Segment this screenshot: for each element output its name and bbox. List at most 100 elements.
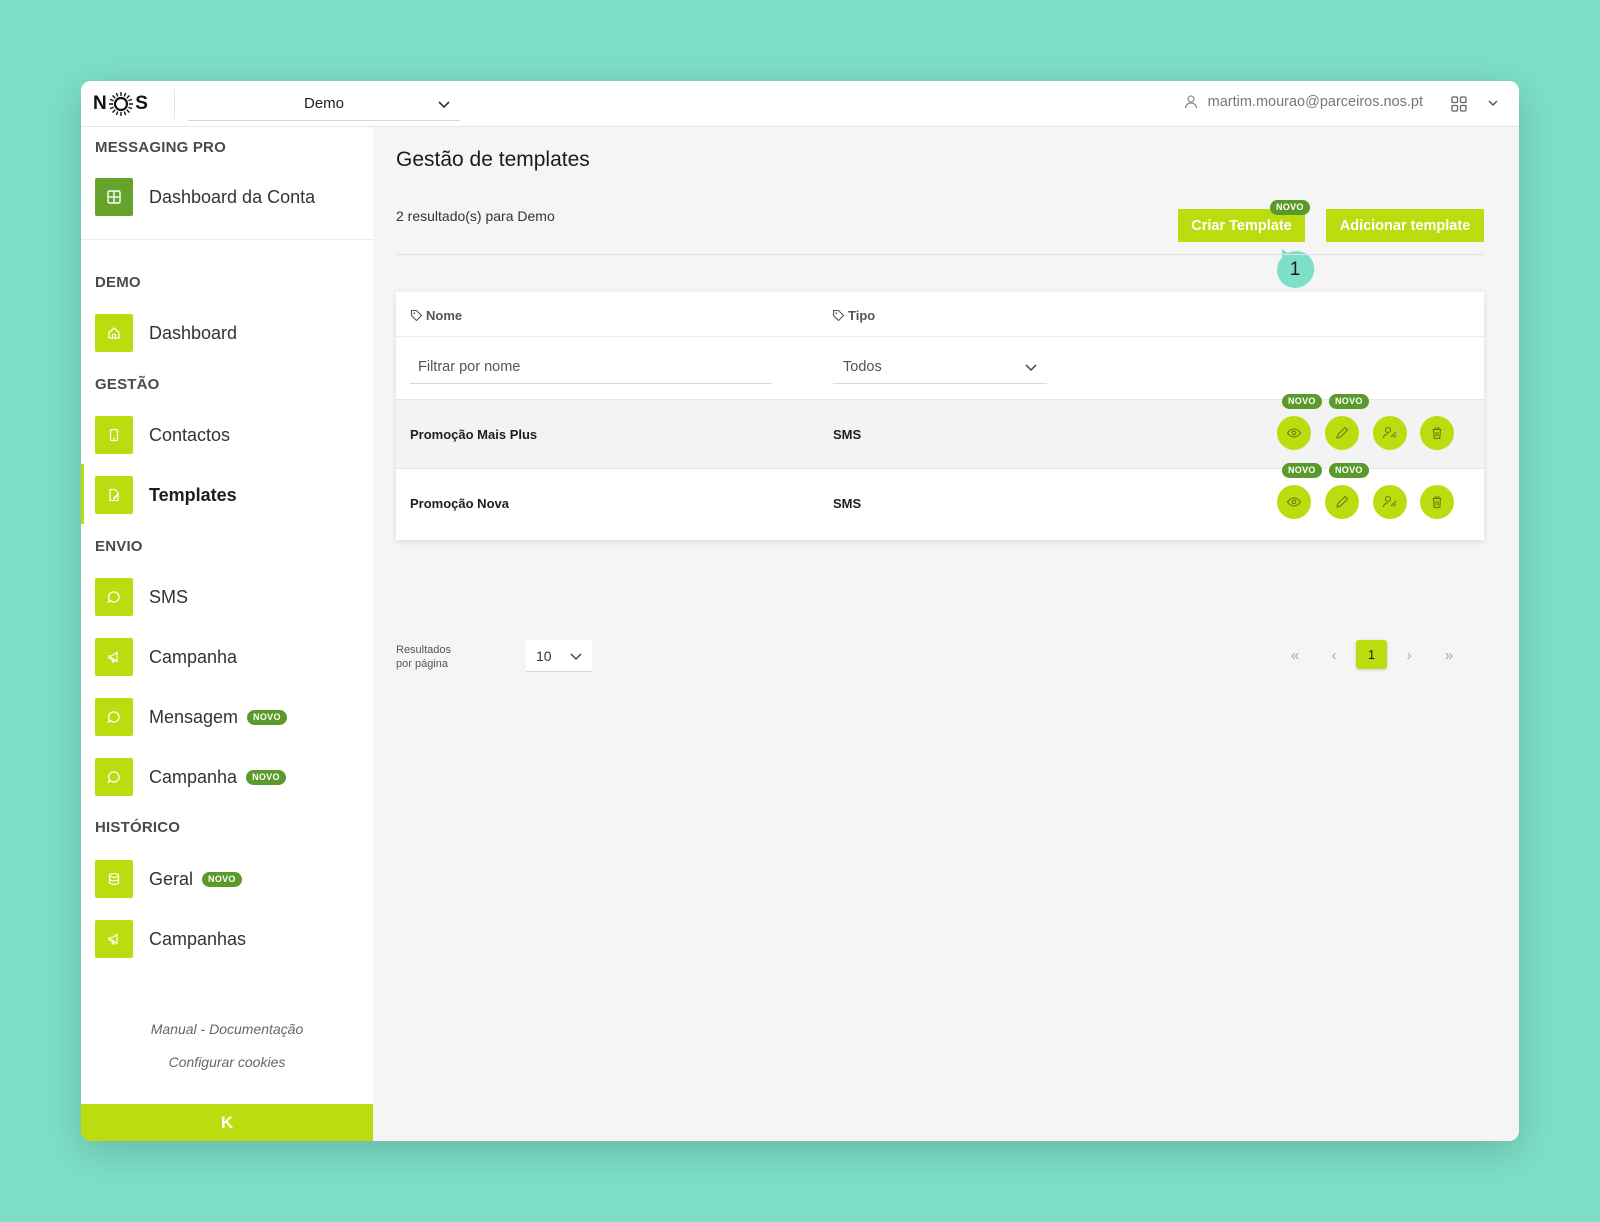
pencil-icon	[1336, 495, 1349, 508]
novo-badge: NOVO	[247, 709, 287, 725]
header-row-divider	[396, 336, 1484, 337]
sidebar-item-label: Mensagem	[149, 706, 239, 727]
tag-icon	[832, 309, 845, 322]
add-template-label: Adicionar template	[1339, 217, 1471, 234]
logo-letter-s: S	[135, 93, 149, 114]
filter-type-value: Todos	[843, 358, 882, 375]
edit-button[interactable]	[1325, 485, 1359, 519]
novo-badge: NOVO	[1329, 394, 1369, 409]
section-title-demo: DEMO	[95, 274, 141, 291]
sidebar-item-dashboard[interactable]: Dashboard	[95, 313, 237, 353]
section-title-messaging-pro: MESSAGING PRO	[95, 139, 226, 156]
chevron-down-icon	[438, 101, 450, 109]
current-page-button[interactable]: 1	[1356, 640, 1387, 669]
sidebar-item-sms[interactable]: SMS	[95, 577, 188, 617]
sidebar-item-label: Campanha	[149, 646, 238, 667]
sidebar: MESSAGING PRO Dashboard da Conta DEMO Da…	[81, 127, 373, 1141]
prev-page-button[interactable]: ‹	[1322, 643, 1346, 667]
row-type: SMS	[833, 427, 862, 442]
sidebar-item-campanha[interactable]: Campanha	[95, 637, 237, 677]
row-name: Promoção Nova	[410, 496, 509, 511]
sidebar-item-label: Campanha	[149, 766, 238, 787]
rpp-label-line-2: por página	[396, 658, 448, 670]
novo-badge: NOVO	[1282, 394, 1322, 409]
edit-doc-icon	[95, 476, 133, 514]
view-button[interactable]	[1277, 485, 1311, 519]
novo-badge: NOVO	[1329, 463, 1369, 478]
sidebar-item-label: Dashboard da Conta	[149, 186, 316, 207]
manual-link[interactable]: Manual - Documentação	[81, 1021, 373, 1037]
apps-grid-icon[interactable]	[1450, 95, 1468, 113]
next-page-button[interactable]: ›	[1397, 643, 1421, 667]
last-page-button[interactable]: »	[1437, 643, 1461, 667]
sidebar-item-geral[interactable]: Geral NOVO	[95, 859, 242, 899]
sidebar-divider	[81, 239, 373, 240]
chevron-down-icon[interactable]	[1486, 96, 1500, 110]
column-header-tipo[interactable]: Tipo	[832, 308, 875, 323]
section-title-envio: ENVIO	[95, 538, 143, 555]
user-menu[interactable]: martim.mourao@parceiros.nos.pt	[1184, 94, 1423, 110]
result-count: 2 resultado(s) para Demo	[396, 208, 555, 224]
trash-icon	[1432, 427, 1442, 440]
table-row[interactable]: Promoção Mais Plus SMS NOVO NOVO	[396, 394, 1484, 468]
edit-button[interactable]	[1325, 416, 1359, 450]
chat-icon	[95, 698, 133, 736]
megaphone-icon	[95, 638, 133, 676]
trash-icon	[1432, 496, 1442, 509]
nos-logo[interactable]: N S	[93, 89, 148, 119]
database-icon	[95, 860, 133, 898]
novo-badge: NOVO	[246, 769, 286, 785]
pencil-icon	[1336, 426, 1349, 439]
chevron-down-icon	[570, 653, 582, 661]
row-type: SMS	[833, 496, 862, 511]
sidebar-item-contactos[interactable]: Contactos	[95, 415, 230, 455]
user-icon	[1184, 95, 1197, 109]
table-row[interactable]: Promoção Nova SMS NOVO NOVO	[396, 463, 1484, 537]
chat-icon	[95, 758, 133, 796]
rpp-label-line-1: Resultados	[396, 644, 452, 656]
step-marker-number: 1	[1289, 259, 1301, 280]
column-header-label: Nome	[426, 308, 463, 323]
results-per-page-select[interactable]: 10	[526, 640, 592, 672]
eye-icon	[1286, 428, 1302, 438]
assign-button[interactable]	[1373, 416, 1407, 450]
novo-badge: NOVO	[1282, 463, 1322, 478]
delete-button[interactable]	[1420, 416, 1454, 450]
page-title: Gestão de templates	[396, 148, 590, 171]
next-page-icon: ›	[1406, 646, 1412, 664]
account-select[interactable]: Demo	[188, 87, 460, 121]
cookies-link[interactable]: Configurar cookies	[81, 1054, 373, 1070]
sidebar-item-label: Dashboard	[149, 322, 238, 343]
section-title-gestao: GESTÃO	[95, 376, 160, 393]
column-header-nome[interactable]: Nome	[410, 308, 462, 323]
add-template-button[interactable]: Adicionar template	[1326, 209, 1484, 242]
phone-icon	[95, 416, 133, 454]
templates-table: Nome Tipo Todos Promoção Mais Plus SMS N…	[396, 292, 1484, 540]
sidebar-item-mensagem[interactable]: Mensagem NOVO	[95, 697, 287, 737]
first-page-icon: «	[1290, 646, 1300, 664]
view-button[interactable]	[1277, 416, 1311, 450]
collapse-sidebar-button[interactable]: K	[81, 1104, 373, 1141]
logo-letter-n: N	[93, 93, 108, 114]
collapse-icon: K	[220, 1112, 234, 1132]
first-page-button[interactable]: «	[1283, 643, 1307, 667]
delete-button[interactable]	[1420, 485, 1454, 519]
top-bar: N S Demo martim.mourao@parceiros.nos.pt	[81, 81, 1519, 127]
user-assign-icon	[1382, 495, 1397, 508]
sidebar-item-label: Geral	[149, 868, 194, 889]
active-indicator	[81, 464, 84, 524]
assign-button[interactable]	[1373, 485, 1407, 519]
column-header-label: Tipo	[848, 308, 876, 323]
account-select-value: Demo	[303, 95, 344, 112]
tag-icon	[410, 309, 423, 322]
filter-name-input[interactable]	[410, 350, 772, 384]
filter-type-select[interactable]: Todos	[833, 350, 1047, 384]
sidebar-item-campanhas[interactable]: Campanhas	[95, 919, 246, 959]
create-template-label: Criar Template	[1191, 217, 1292, 234]
sidebar-item-templates[interactable]: Templates	[95, 475, 237, 515]
section-title-historico: HISTÓRICO	[95, 819, 181, 836]
sidebar-item-dashboard-conta[interactable]: Dashboard da Conta	[95, 177, 315, 217]
grid-icon	[95, 178, 133, 216]
prev-page-icon: ‹	[1331, 646, 1337, 664]
sidebar-item-campanha-novo[interactable]: Campanha NOVO	[95, 757, 286, 797]
